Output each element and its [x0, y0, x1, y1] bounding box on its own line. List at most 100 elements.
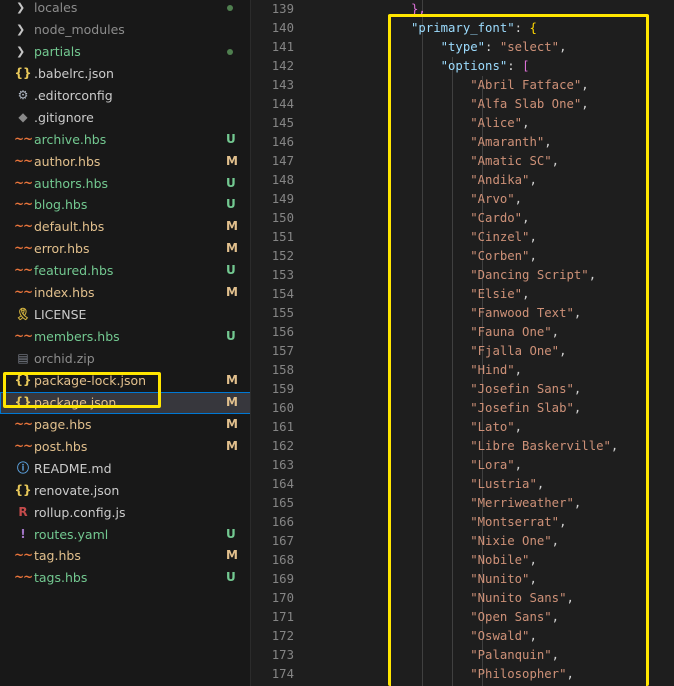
code-token: "Lustria": [470, 477, 537, 491]
code-line[interactable]: 157 "Fjalla One",: [252, 342, 674, 361]
code-line[interactable]: 155 "Fanwood Text",: [252, 304, 674, 323]
code-line[interactable]: 146 "Amaranth",: [252, 133, 674, 152]
chevron-right-icon[interactable]: ❯: [16, 19, 25, 41]
file-license[interactable]: 🎗 LICENSE: [0, 304, 251, 326]
rollup-icon: R: [18, 504, 28, 519]
file-editorconfig[interactable]: ⚙ .editorconfig: [0, 85, 251, 107]
line-text: "Andika",: [411, 171, 537, 190]
file-archive-hbs[interactable]: ~~ archive.hbs U: [0, 129, 251, 151]
code-line[interactable]: 172 "Oswald",: [252, 627, 674, 646]
code-line[interactable]: 143 "Abril Fatface",: [252, 76, 674, 95]
line-number: 172: [271, 629, 294, 643]
file-name: post.hbs: [34, 438, 88, 454]
file-package-lock-json[interactable]: {} package-lock.json M: [0, 370, 251, 392]
code-line[interactable]: 163 "Lora",: [252, 456, 674, 475]
code-editor[interactable]: 139}, 140 "primary_font": {141 "type": "se…: [252, 0, 674, 686]
file-renovate-json[interactable]: {} renovate.json: [0, 480, 251, 502]
git-status-badge: U: [226, 263, 236, 278]
code-line[interactable]: 156 "Fauna One",: [252, 323, 674, 342]
ribbon-icon: 🎗: [15, 307, 31, 322]
line-text: "Open Sans",: [411, 608, 559, 627]
file-name: locales: [34, 0, 78, 15]
chevron-right-icon[interactable]: ❯: [16, 41, 25, 63]
code-token: "Cardo": [470, 211, 523, 225]
line-text: "Corben",: [411, 247, 537, 266]
code-line[interactable]: 140 "primary_font": {: [252, 19, 674, 38]
folder-locales[interactable]: ❯ locales: [0, 0, 251, 19]
code-line[interactable]: 169 "Nunito",: [252, 570, 674, 589]
folder-node-modules[interactable]: ❯ node_modules: [0, 19, 251, 41]
code-line[interactable]: 150 "Cardo",: [252, 209, 674, 228]
code-line[interactable]: 161 "Lato",: [252, 418, 674, 437]
code-line[interactable]: 148 "Andika",: [252, 171, 674, 190]
code-line[interactable]: 152 "Corben",: [252, 247, 674, 266]
code-line[interactable]: 165 "Merriweather",: [252, 494, 674, 513]
code-line[interactable]: 166 "Montserrat",: [252, 513, 674, 532]
code-line[interactable]: 168 "Nobile",: [252, 551, 674, 570]
code-line[interactable]: 139},: [252, 0, 674, 19]
file-gitignore[interactable]: ◆ .gitignore: [0, 107, 251, 129]
file-readme-md[interactable]: ⓘ README.md: [0, 458, 251, 480]
code-line[interactable]: 147 "Amatic SC",: [252, 152, 674, 171]
braces-icon: {}: [14, 394, 32, 409]
file-default-hbs[interactable]: ~~ default.hbs M: [0, 216, 251, 238]
code-line[interactable]: 145 "Alice",: [252, 114, 674, 133]
code-line[interactable]: 171 "Open Sans",: [252, 608, 674, 627]
code-line[interactable]: 149 "Arvo",: [252, 190, 674, 209]
file-name: featured.hbs: [34, 263, 114, 279]
code-token: ,: [573, 401, 582, 415]
code-token: "Dancing Script": [470, 268, 589, 282]
code-line[interactable]: 158 "Hind",: [252, 361, 674, 380]
code-line[interactable]: 174 "Philosopher",: [252, 665, 674, 684]
code-line[interactable]: 154 "Elsie",: [252, 285, 674, 304]
code-line[interactable]: 141 "type": "select",: [252, 38, 674, 57]
line-number: 170: [271, 591, 294, 605]
folder-partials[interactable]: ❯ partials: [0, 41, 251, 63]
code-token: ,: [566, 667, 574, 681]
file-post-hbs[interactable]: ~~ post.hbs M: [0, 436, 251, 458]
line-text: "Cinzel",: [411, 228, 537, 247]
git-status-badge: M: [226, 153, 238, 168]
code-line[interactable]: 159 "Josefin Sans",: [252, 380, 674, 399]
code-line[interactable]: 142 "options": [: [252, 57, 674, 76]
code-token: ,: [581, 97, 589, 111]
file-routes-yaml[interactable]: ! routes.yaml U: [0, 524, 251, 546]
file-tag-hbs[interactable]: ~~ tag.hbs M: [0, 545, 251, 567]
file-package-json[interactable]: {} package.json M: [0, 391, 251, 414]
file-error-hbs[interactable]: ~~ error.hbs M: [0, 238, 251, 260]
file-author-hbs[interactable]: ~~ author.hbs M: [0, 151, 251, 173]
code-line[interactable]: 173 "Palanquin",: [252, 646, 674, 665]
file-page-hbs[interactable]: ~~ page.hbs M: [0, 414, 251, 436]
file-orchid-zip[interactable]: ▤ orchid.zip: [0, 348, 251, 370]
code-line[interactable]: 170 "Nunito Sans",: [252, 589, 674, 608]
chevron-right-icon[interactable]: ❯: [16, 0, 25, 19]
code-line[interactable]: 153 "Dancing Script",: [252, 266, 674, 285]
code-line[interactable]: 144 "Alfa Slab One",: [252, 95, 674, 114]
code-lines[interactable]: 139}, 140 "primary_font": {141 "type": "se…: [252, 0, 674, 684]
line-number: 162: [271, 439, 294, 453]
code-line[interactable]: 151 "Cinzel",: [252, 228, 674, 247]
file-tags-hbs[interactable]: ~~ tags.hbs U: [0, 567, 251, 589]
code-line[interactable]: 167 "Nixie One",: [252, 532, 674, 551]
line-number: 165: [271, 496, 294, 510]
file-authors-hbs[interactable]: ~~ authors.hbs U: [0, 173, 251, 195]
code-line[interactable]: 164 "Lustria",: [252, 475, 674, 494]
line-number: 160: [271, 401, 294, 415]
file-featured-hbs[interactable]: ~~ featured.hbs U: [0, 260, 251, 282]
file-members-hbs[interactable]: ~~ members.hbs U: [0, 326, 251, 348]
code-line[interactable]: 162 "Libre Baskerville",: [252, 437, 674, 456]
file-babelrc-json[interactable]: {} .babelrc.json: [0, 63, 251, 85]
file-index-hbs[interactable]: ~~ index.hbs M: [0, 282, 251, 304]
code-line[interactable]: 160 "Josefin Slab",: [252, 399, 674, 418]
file-blog-hbs[interactable]: ~~ blog.hbs U: [0, 194, 251, 216]
line-number: 163: [271, 458, 294, 472]
file-rollup-config-js[interactable]: Rrollup.config.js: [0, 502, 251, 524]
code-token: "Andika": [470, 173, 530, 187]
